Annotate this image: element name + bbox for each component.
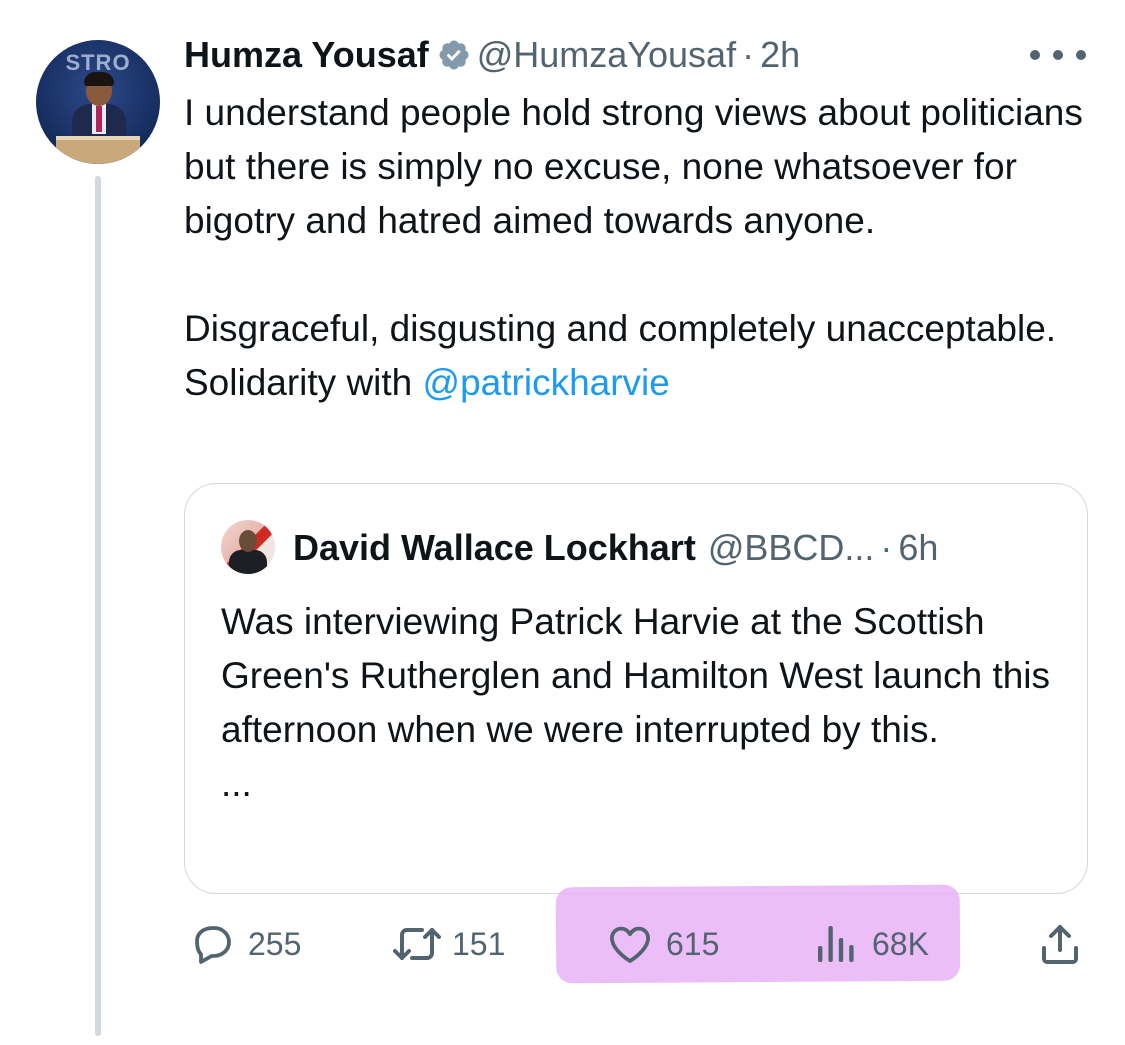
tweet-text: I understand people hold strong views ab… — [184, 86, 1094, 410]
quoted-tweet-header: David Wallace Lockhart @BBCD... · 6h — [293, 522, 938, 574]
reply-bubble-icon — [195, 926, 231, 964]
tweet-paragraph-2: Disgraceful, disgusting and completely u… — [184, 308, 1057, 403]
repost-button[interactable]: 151 — [390, 918, 505, 970]
more-horizontal-icon[interactable] — [1030, 40, 1086, 70]
author-handle[interactable]: @HumzaYousaf — [477, 34, 736, 76]
separator-dot: · — [880, 527, 893, 568]
mention-link[interactable]: @patrickharvie — [423, 362, 670, 403]
tweet-timestamp[interactable]: 2h — [760, 34, 800, 76]
reply-count: 255 — [248, 925, 302, 962]
separator-dot: · — [742, 34, 755, 75]
quoted-tweet-timestamp[interactable]: 6h — [898, 527, 938, 569]
repost-count: 151 — [452, 925, 506, 962]
reply-button[interactable]: 255 — [188, 918, 301, 970]
quoted-author-name[interactable]: David Wallace Lockhart — [293, 527, 696, 569]
author-avatar[interactable]: STRO — [36, 40, 160, 164]
quoted-tweet-text: Was interviewing Patrick Harvie at the S… — [221, 595, 1061, 811]
show-more-ellipsis[interactable]: ... — [221, 757, 1061, 811]
tweet-paragraph-1: I understand people hold strong views ab… — [184, 92, 1083, 241]
heart-icon — [610, 926, 650, 963]
quoted-tweet-card[interactable]: David Wallace Lockhart @BBCD... · 6h Was… — [184, 483, 1088, 894]
tweet-header: Humza Yousaf @HumzaYousaf · 2h — [184, 30, 800, 80]
share-upload-icon — [1042, 925, 1078, 964]
view-count: 68K — [872, 925, 929, 962]
views-button[interactable]: 68K — [812, 918, 929, 970]
author-name[interactable]: Humza Yousaf — [184, 34, 429, 76]
like-count: 615 — [666, 925, 720, 962]
share-button[interactable] — [1036, 918, 1084, 970]
repost-arrows-icon — [393, 928, 441, 960]
verified-badge-icon — [439, 40, 469, 70]
thread-line — [95, 176, 101, 1036]
quoted-author-handle[interactable]: @BBCD... — [708, 527, 875, 569]
quoted-tweet-body: Was interviewing Patrick Harvie at the S… — [221, 601, 1051, 750]
quoted-author-avatar[interactable] — [221, 520, 275, 574]
like-button[interactable]: 615 — [606, 918, 719, 970]
bar-chart-icon — [818, 926, 854, 962]
